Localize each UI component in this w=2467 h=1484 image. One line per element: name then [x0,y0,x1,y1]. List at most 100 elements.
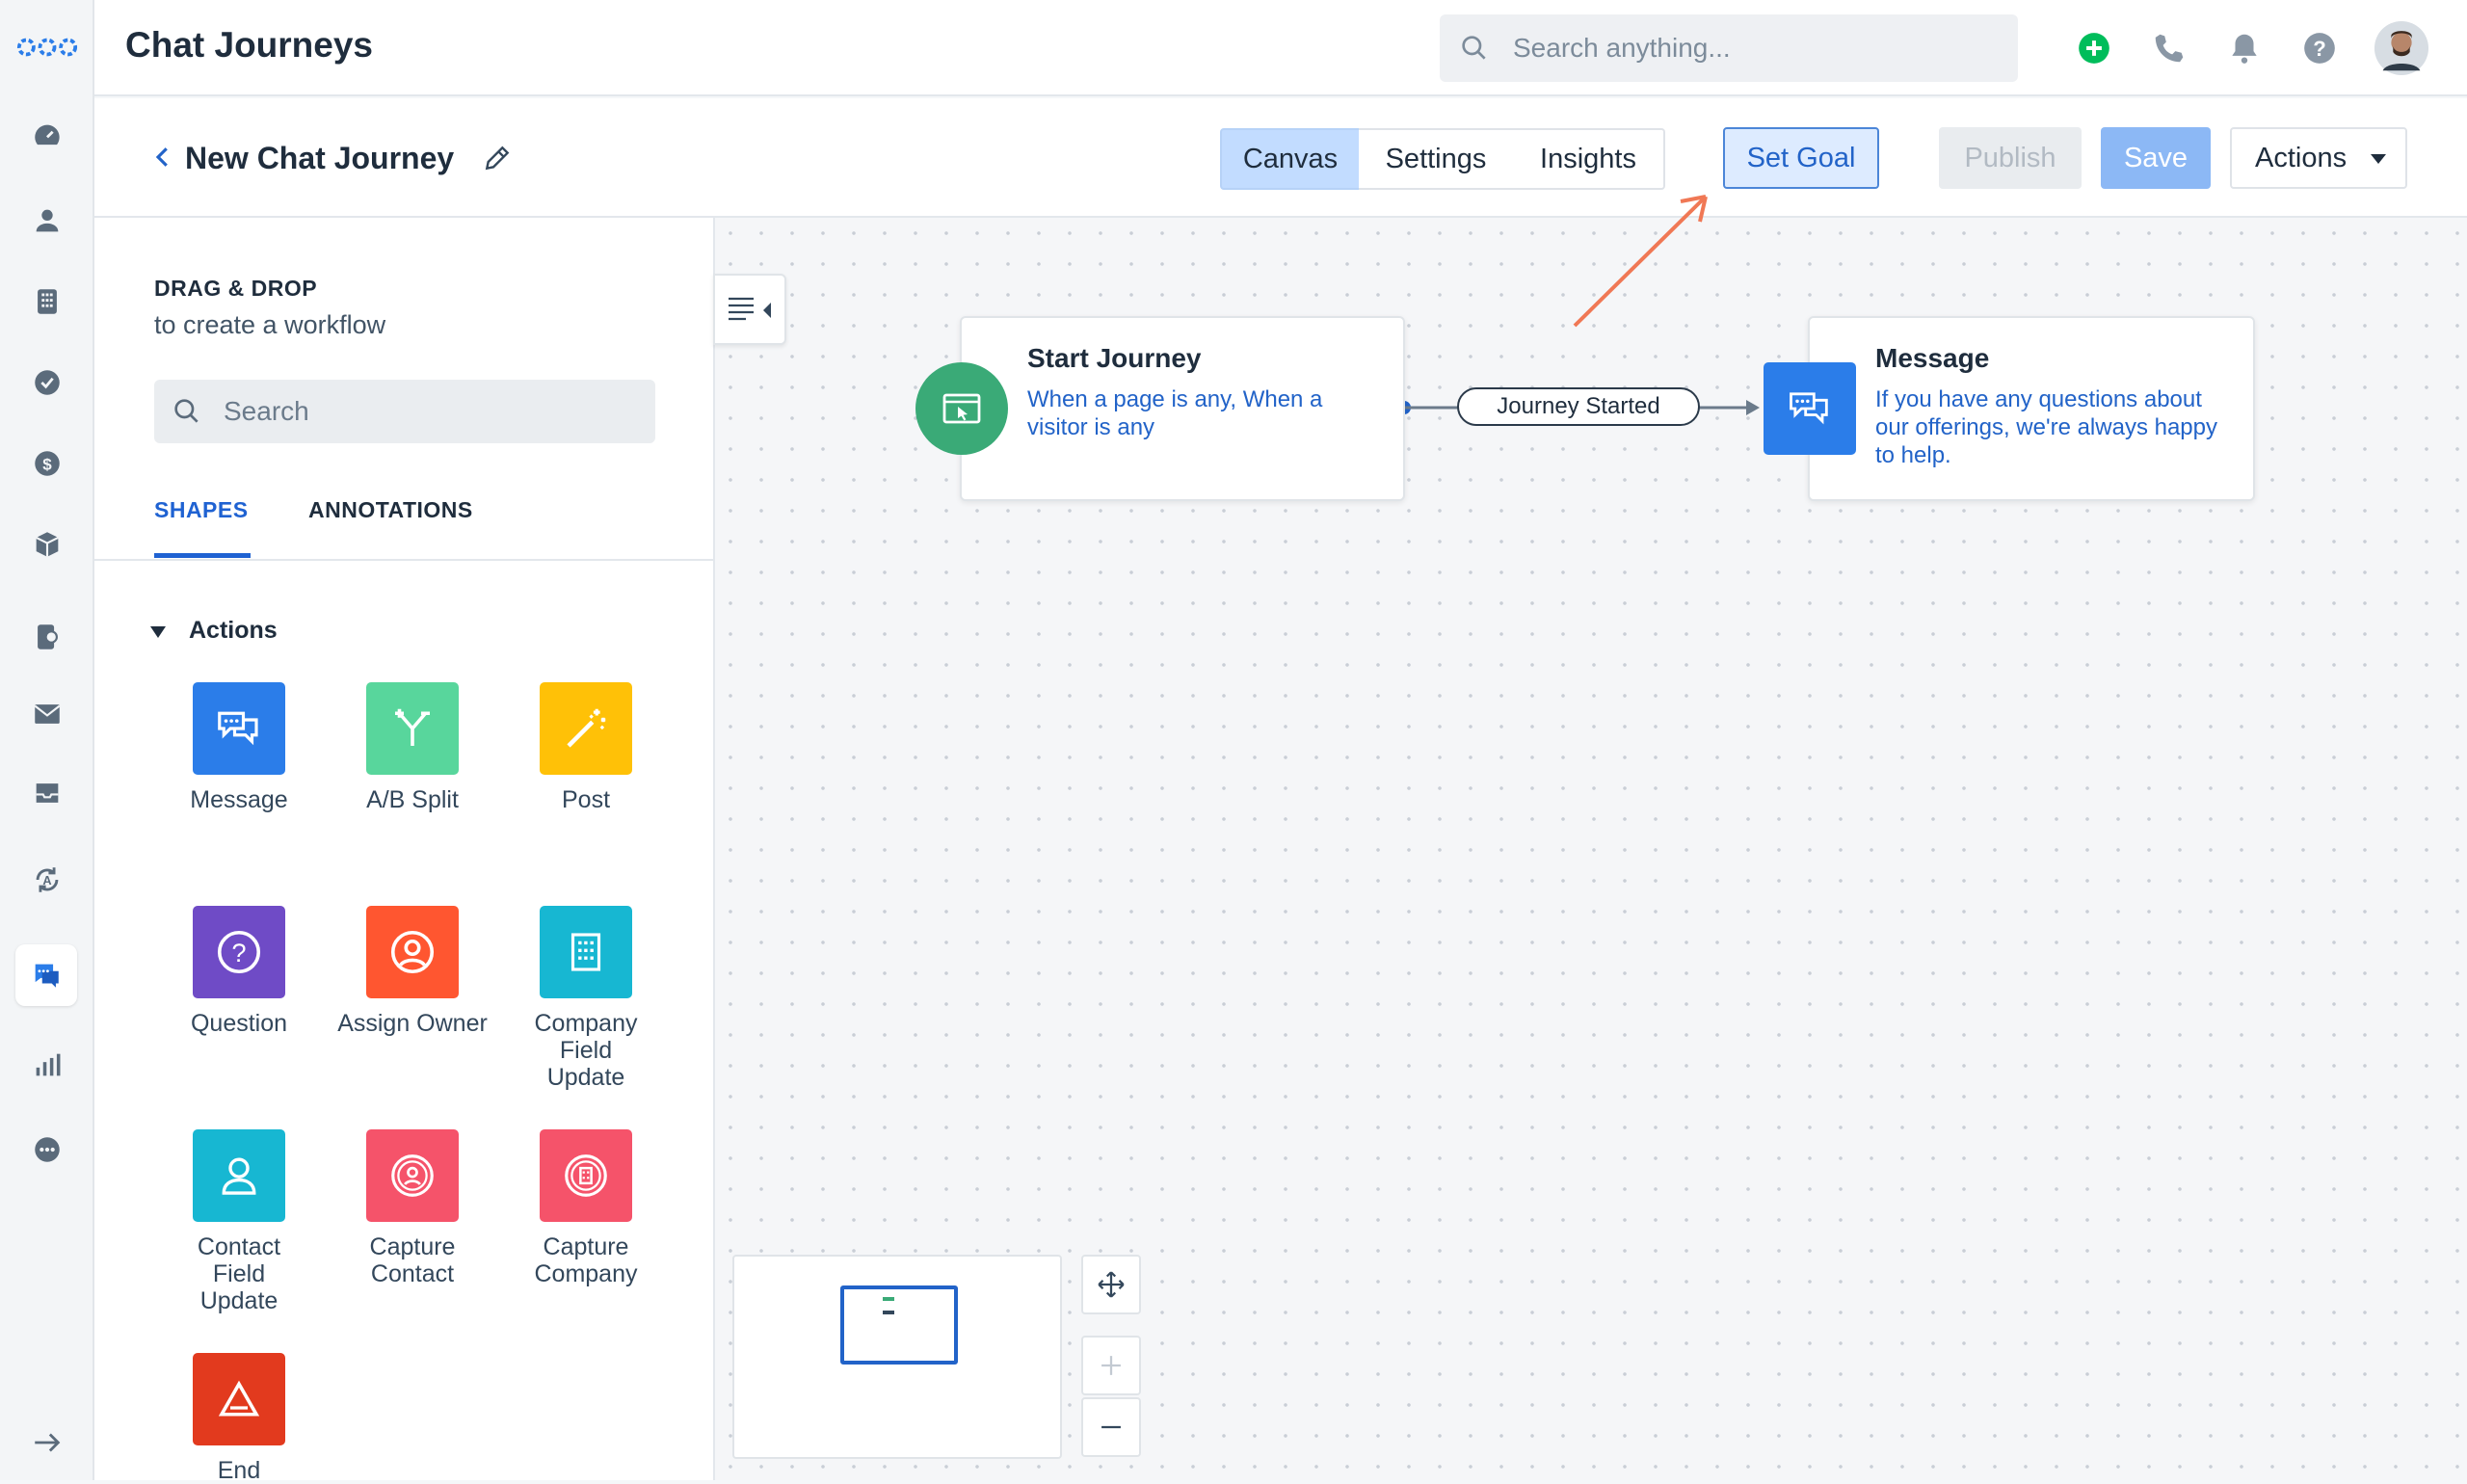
expand-rail-icon[interactable] [23,1418,71,1467]
shape-tile [540,906,632,998]
app-title: Chat Journeys [125,25,374,65]
svg-text:?: ? [2313,37,2326,61]
email-icon[interactable] [23,690,71,738]
add-icon[interactable] [2070,24,2118,72]
shape-label: Assign Owner [337,1010,488,1037]
connector-label[interactable]: Journey Started [1457,387,1700,426]
shape-search-input[interactable] [222,380,626,443]
shape-assign-owner[interactable]: Assign Owner [326,906,499,1037]
message-node-icon [1764,362,1856,455]
shape-message[interactable]: Message [152,682,326,813]
minimap-node [883,1311,894,1314]
collapse-panel-icon [729,297,771,321]
minimap-start-node [883,1297,894,1301]
global-search-input[interactable] [1511,14,1993,82]
tasks-icon[interactable] [23,358,71,407]
capture-contact-icon [391,1154,434,1197]
shape-tile [366,1129,459,1222]
inbox-icon[interactable] [23,769,71,817]
move-arrows-icon [1098,1271,1125,1298]
brand-logo-icon[interactable] [13,23,81,71]
back-chevron-icon[interactable] [148,143,177,172]
start-journey-node[interactable]: Start Journey When a page is any, When a… [960,316,1405,501]
search-icon [174,399,199,423]
tab-insights[interactable]: Insights [1513,128,1665,190]
shape-label: Question [190,1010,288,1037]
more-icon[interactable] [23,1126,71,1174]
journey-name: New Chat Journey [185,141,455,175]
actions-dropdown-button[interactable]: Actions [2230,127,2407,189]
dashboard-icon[interactable] [23,112,71,160]
shape-label: Post [561,786,611,813]
phone-icon[interactable] [2145,24,2193,72]
shape-label: Capture Company [534,1233,638,1287]
svg-text:?: ? [231,939,246,967]
shape-label: Contact Field Update [197,1233,281,1314]
zoom-out-button[interactable] [1081,1397,1141,1457]
tab-canvas[interactable]: Canvas [1220,128,1361,190]
minimap-viewport[interactable] [840,1285,958,1365]
tab-settings[interactable]: Settings [1359,128,1515,190]
deals-icon[interactable]: $ [23,439,71,488]
svg-text:$: $ [42,455,52,473]
save-button[interactable]: Save [2101,127,2211,189]
products-icon[interactable] [23,520,71,569]
actions-label: Actions [2255,142,2348,173]
shape-tile: ? [193,906,285,998]
shape-label: Message [190,786,288,813]
tab-annotations[interactable]: ANNOTATIONS [308,497,473,523]
marketing-icon[interactable] [23,613,71,661]
shape-company-field-update[interactable]: Company Field Update [499,906,673,1091]
publish-button[interactable]: Publish [1939,127,2082,189]
message-node[interactable]: Message If you have any questions about … [1808,316,2255,501]
shape-label: Company Field Update [534,1010,638,1091]
minus-icon [1101,1425,1121,1429]
shape-tile [366,682,459,775]
panel-title: DRAG & DROP [154,276,318,301]
global-search [1440,14,2018,82]
companies-icon[interactable] [23,278,71,326]
reports-icon[interactable] [23,1041,71,1089]
user-circle-icon [390,930,435,974]
avatar[interactable] [2373,19,2430,77]
minimap[interactable] [732,1255,1062,1459]
help-icon[interactable]: ? [2295,24,2344,72]
shape-tile [540,1129,632,1222]
notifications-bell-icon[interactable] [2220,24,2268,72]
building-icon [570,933,601,971]
shape-ab-split[interactable]: A/B Split [326,682,499,813]
shape-tile [193,682,285,775]
shape-post[interactable]: Post [499,682,673,813]
collapse-panel-button[interactable] [713,274,786,345]
shape-end[interactable]: End [152,1353,326,1484]
shape-question[interactable]: ? Question [152,906,326,1037]
contacts-icon[interactable] [23,197,71,245]
edit-pencil-icon[interactable] [482,143,513,173]
automation-icon[interactable]: A [23,856,71,904]
chat-icon [218,711,258,746]
split-icon [395,708,430,746]
node-description: If you have any questions about our offe… [1875,386,2217,468]
shapes-panel: DRAG & DROP to create a workflow SHAPES … [94,218,715,1484]
triangle-icon [218,1380,260,1417]
node-title: Message [1875,343,1990,373]
chat-journeys-icon[interactable] [15,944,77,1006]
shape-contact-field-update[interactable]: Contact Field Update [152,1129,326,1314]
pan-button[interactable] [1081,1255,1141,1314]
user-icon [222,1157,256,1195]
plus-icon [1101,1356,1121,1375]
svg-text:A: A [42,873,51,888]
set-goal-button[interactable]: Set Goal [1723,127,1879,189]
app-rail: $ A [0,0,94,1480]
panel-subtitle: to create a workflow [154,310,386,339]
shape-tile [193,1353,285,1445]
zoom-in-button[interactable] [1081,1336,1141,1395]
section-caret-down-icon[interactable] [150,626,166,638]
tab-shapes[interactable]: SHAPES [154,497,249,523]
shape-capture-contact[interactable]: Capture Contact [326,1129,499,1287]
shape-label: A/B Split [366,786,459,813]
shape-capture-company[interactable]: Capture Company [499,1129,673,1287]
magic-wand-icon [567,708,606,748]
chat-icon [1790,392,1828,425]
caret-down-icon [2371,154,2386,164]
